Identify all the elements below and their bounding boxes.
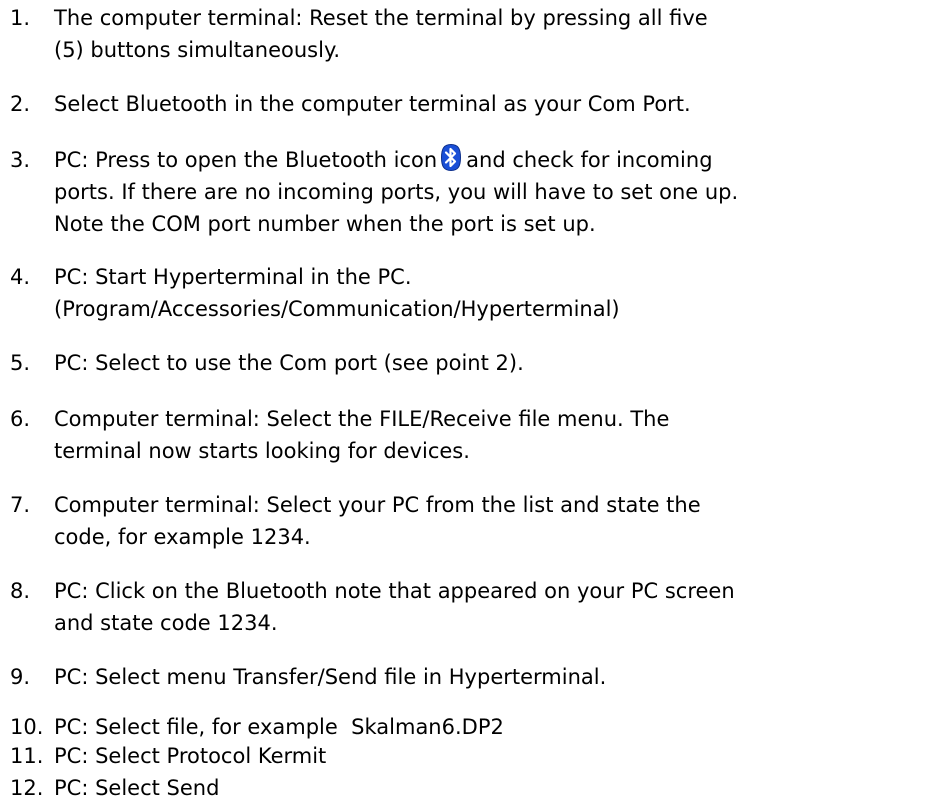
step-text: Select Bluetooth in the computer termina…: [54, 88, 939, 120]
step-line: PC: Select to use the Com port (see poin…: [54, 351, 524, 375]
step-line-with-icon: PC: Press to open the Bluetooth icon and…: [54, 144, 939, 176]
step-line: PC: Select menu Transfer/Send file in Hy…: [54, 665, 607, 689]
instruction-document: 1. The computer terminal: Reset the term…: [0, 0, 943, 806]
step-line: PC: Select file, for example Skalman6.DP…: [54, 715, 504, 739]
step-line: and state code 1234.: [54, 611, 278, 635]
step-text: PC: Select Send: [54, 772, 939, 804]
step-number: 3.: [10, 148, 31, 172]
step-number: 1.: [10, 6, 31, 30]
step-text: PC: Select to use the Com port (see poin…: [54, 347, 939, 379]
step-line: PC: Click on the Bluetooth note that app…: [54, 579, 735, 603]
step-line: Computer terminal: Select the FILE/Recei…: [54, 407, 670, 431]
step-line: terminal now starts looking for devices.: [54, 439, 470, 463]
step-number: 11.: [10, 744, 44, 768]
step-line: The computer terminal: Reset the termina…: [54, 6, 708, 30]
step-number: 9.: [10, 665, 31, 689]
step-number: 7.: [10, 493, 31, 517]
step-number: 6.: [10, 407, 31, 431]
step-text: PC: Select Protocol Kermit: [54, 740, 939, 772]
step-text: PC: Select file, for example Skalman6.DP…: [54, 711, 939, 743]
step-line: Computer terminal: Select your PC from t…: [54, 493, 701, 517]
step-line-start: PC: Press to open the Bluetooth icon: [54, 148, 438, 172]
step-text: PC: Select menu Transfer/Send file in Hy…: [54, 661, 939, 693]
step-number: 12.: [10, 776, 44, 800]
step-line: Note the COM port number when the port i…: [54, 212, 596, 236]
bluetooth-icon: [440, 144, 462, 171]
step-line: PC: Select Send: [54, 776, 220, 800]
step-line-end: and check for incoming: [466, 148, 713, 172]
step-number: 8.: [10, 579, 31, 603]
step-text: PC: Click on the Bluetooth note that app…: [54, 575, 939, 639]
step-line: code, for example 1234.: [54, 525, 311, 549]
step-text: Computer terminal: Select your PC from t…: [54, 489, 939, 553]
step-text: PC: Start Hyperterminal in the PC. (Prog…: [54, 261, 939, 325]
step-number: 10.: [10, 715, 44, 739]
step-text: The computer terminal: Reset the termina…: [54, 2, 939, 66]
step-number: 4.: [10, 265, 31, 289]
step-text: PC: Press to open the Bluetooth icon and…: [54, 144, 939, 240]
step-line: (5) buttons simultaneously.: [54, 38, 341, 62]
step-line: PC: Select Protocol Kermit: [54, 744, 327, 768]
step-line: PC: Start Hyperterminal in the PC.: [54, 265, 412, 289]
step-number: 5.: [10, 351, 31, 375]
step-number: 2.: [10, 92, 31, 116]
step-line: ports. If there are no incoming ports, y…: [54, 180, 739, 204]
step-text: Computer terminal: Select the FILE/Recei…: [54, 403, 939, 467]
step-line: Select Bluetooth in the computer termina…: [54, 92, 691, 116]
step-line: (Program/Accessories/Communication/Hyper…: [54, 297, 620, 321]
